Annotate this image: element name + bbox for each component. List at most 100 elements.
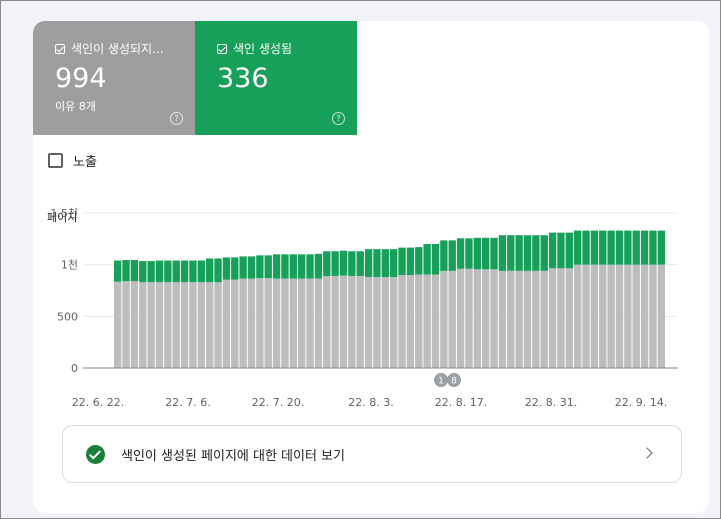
bar-not-indexed xyxy=(582,264,590,368)
y-tick-label: 1.5천 xyxy=(50,206,78,220)
y-tick-label: 0 xyxy=(71,362,78,375)
annotation-label: 1 xyxy=(438,377,444,387)
bar-indexed xyxy=(565,232,573,269)
y-tick-label: 500 xyxy=(57,310,78,323)
bar-indexed xyxy=(456,238,465,269)
bar-indexed xyxy=(272,254,281,279)
bar-indexed xyxy=(339,250,348,276)
bar-not-indexed xyxy=(130,281,139,368)
bar-not-indexed xyxy=(649,264,657,368)
bar-not-indexed xyxy=(390,277,398,368)
bar-indexed xyxy=(398,247,406,275)
annotation-label: 8 xyxy=(451,377,457,387)
bar-not-indexed xyxy=(599,264,607,368)
bar-indexed xyxy=(373,249,381,278)
bar-not-indexed xyxy=(289,278,297,368)
bar-indexed xyxy=(114,260,122,282)
view-indexed-pages-link[interactable]: 색인이 생성된 페이지에 대한 데이터 보기 xyxy=(62,425,682,483)
bar-not-indexed xyxy=(523,270,532,368)
bar-not-indexed xyxy=(256,278,264,368)
bar-indexed xyxy=(582,230,590,265)
help-icon[interactable]: ? xyxy=(170,112,183,125)
bar-not-indexed xyxy=(272,278,281,368)
x-tick-label: 22. 7. 20. xyxy=(252,396,304,409)
bar-not-indexed xyxy=(155,282,164,368)
bar-indexed xyxy=(122,260,130,282)
bar-not-indexed xyxy=(473,269,481,368)
bar-indexed xyxy=(448,240,456,271)
pages-chart: 페이지1.5천1천500022. 6. 22. 22. 7. 6. 22. 7. 2… xyxy=(47,206,678,409)
not-indexed-label: 색인이 생성되지... xyxy=(71,42,164,56)
check-circle-icon xyxy=(86,445,105,464)
bar-not-indexed xyxy=(364,277,373,368)
indexed-checkbox[interactable] xyxy=(217,43,227,54)
bar-indexed xyxy=(289,254,297,279)
bar-indexed xyxy=(180,260,189,283)
bar-indexed xyxy=(281,254,289,279)
bar-indexed xyxy=(557,232,565,269)
bar-indexed xyxy=(624,230,632,265)
bar-indexed xyxy=(155,260,164,283)
bar-not-indexed xyxy=(180,282,189,368)
bar-not-indexed xyxy=(456,268,465,368)
not-indexed-checkbox[interactable] xyxy=(55,43,65,54)
not-indexed-tile[interactable]: 색인이 생성되지... 994 이유 8개 ? xyxy=(33,21,195,135)
bar-not-indexed xyxy=(548,268,557,368)
bar-indexed xyxy=(498,235,507,271)
bar-not-indexed xyxy=(147,282,155,368)
bar-not-indexed xyxy=(565,268,573,368)
impressions-toggle[interactable]: 노출 xyxy=(48,151,97,170)
bar-indexed xyxy=(164,260,172,283)
indexed-header: 색인 생성됨 xyxy=(217,40,292,57)
bar-indexed xyxy=(381,249,389,278)
bar-indexed xyxy=(247,256,256,279)
bar-not-indexed xyxy=(448,270,456,368)
bar-indexed xyxy=(256,255,264,279)
bar-not-indexed xyxy=(189,282,197,368)
bar-indexed xyxy=(306,254,314,279)
bar-not-indexed xyxy=(323,276,331,368)
bar-indexed xyxy=(264,255,272,279)
bar-indexed xyxy=(356,251,364,277)
bar-indexed xyxy=(364,249,373,278)
bar-indexed xyxy=(314,253,323,279)
index-coverage-card: 색인이 생성되지... 994 이유 8개 ? 색인 생성됨 336 ? 노출 … xyxy=(33,21,709,513)
bar-not-indexed xyxy=(465,268,473,368)
bar-indexed xyxy=(590,230,599,265)
bar-not-indexed xyxy=(657,264,665,368)
bar-indexed xyxy=(640,230,649,265)
indexed-tile[interactable]: 색인 생성됨 336 ? xyxy=(195,21,357,135)
bar-not-indexed xyxy=(590,264,599,368)
impressions-checkbox[interactable] xyxy=(48,153,63,168)
bar-not-indexed xyxy=(615,264,624,368)
bar-indexed xyxy=(331,251,339,277)
bar-indexed xyxy=(239,256,247,279)
indexed-label: 색인 생성됨 xyxy=(233,42,293,56)
bar-not-indexed xyxy=(640,264,649,368)
bar-indexed xyxy=(147,261,155,283)
bar-indexed xyxy=(473,237,481,270)
bar-not-indexed xyxy=(498,270,507,368)
bar-not-indexed xyxy=(206,282,214,368)
bar-indexed xyxy=(172,260,180,283)
bar-indexed xyxy=(515,235,523,271)
help-icon[interactable]: ? xyxy=(332,112,345,125)
impressions-label: 노출 xyxy=(73,155,97,170)
bar-indexed xyxy=(523,235,532,271)
bar-not-indexed xyxy=(114,281,122,368)
bar-indexed xyxy=(532,235,540,271)
bar-indexed xyxy=(415,247,423,275)
bar-indexed xyxy=(607,230,615,265)
bar-indexed xyxy=(222,257,231,280)
bar-not-indexed xyxy=(574,264,582,368)
bar-not-indexed xyxy=(398,275,406,368)
bar-not-indexed xyxy=(482,269,490,368)
bar-indexed xyxy=(431,244,440,275)
bar-indexed xyxy=(197,260,205,283)
bar-not-indexed xyxy=(214,282,222,368)
bar-not-indexed xyxy=(373,277,381,368)
bar-not-indexed xyxy=(331,276,339,368)
bar-not-indexed xyxy=(339,275,348,368)
chevron-right-icon xyxy=(641,447,653,459)
x-tick-label: 22. 7. 6. xyxy=(165,396,210,409)
